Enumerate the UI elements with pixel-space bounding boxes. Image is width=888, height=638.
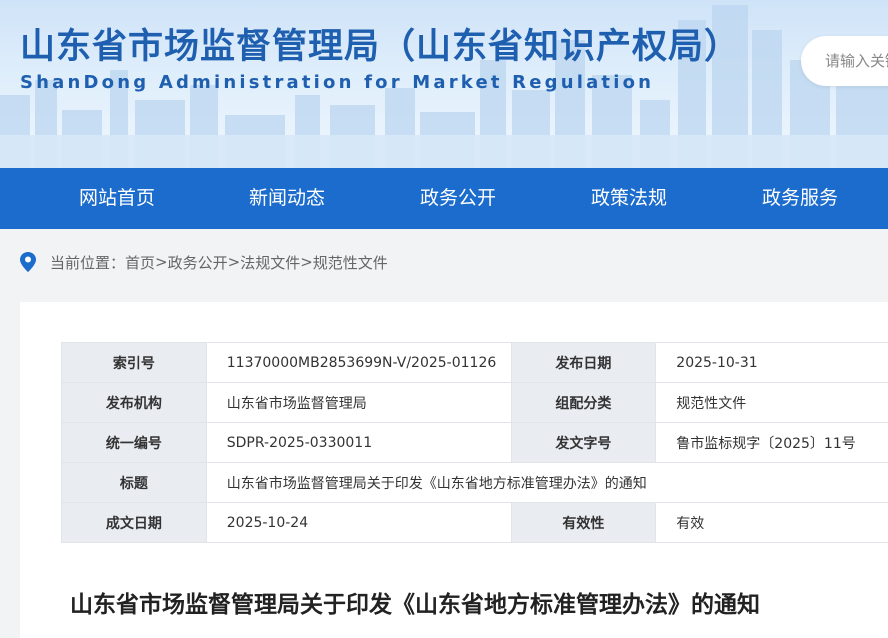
table-row: 统一编号 SDPR-2025-0330011 发文字号 鲁市监标规字〔2025〕… xyxy=(61,422,888,463)
breadcrumb-separator: > xyxy=(227,253,241,271)
nav-item-services[interactable]: 政务服务 xyxy=(730,168,870,229)
breadcrumb: 当前位置： 首页 > 政务公开 > 法规文件 > 规范性文件 xyxy=(20,250,388,274)
meta-value-publisher: 山东省市场监督管理局 xyxy=(205,382,512,423)
nav-item-policies[interactable]: 政策法规 xyxy=(559,168,699,229)
breadcrumb-normative-docs[interactable]: 规范性文件 xyxy=(313,252,388,273)
meta-key-index-no: 索引号 xyxy=(61,342,207,383)
breadcrumb-regulations[interactable]: 法规文件 xyxy=(240,252,300,273)
meta-key-publish-date: 发布日期 xyxy=(510,342,657,383)
breadcrumb-separator: > xyxy=(300,253,313,271)
meta-value-publish-date: 2025-10-31 xyxy=(655,342,888,383)
meta-key-publisher: 发布机构 xyxy=(61,382,207,423)
document-title: 山东省市场监督管理局关于印发《山东省地方标准管理办法》的通知 xyxy=(70,592,760,618)
table-row: 发布机构 山东省市场监督管理局 组配分类 规范性文件 xyxy=(61,382,888,423)
meta-value-category: 规范性文件 xyxy=(655,382,888,423)
breadcrumb-gov-affairs[interactable]: 政务公开 xyxy=(168,252,228,273)
site-header: 山东省市场监督管理局（山东省知识产权局） ShanDong Administra… xyxy=(0,0,888,168)
meta-key-written-date: 成文日期 xyxy=(61,502,207,543)
nav-item-news[interactable]: 新闻动态 xyxy=(217,168,357,229)
breadcrumb-separator: > xyxy=(155,253,168,271)
meta-value-written-date: 2025-10-24 xyxy=(205,502,512,543)
document-meta-table: 索引号 11370000MB2853699N-V/2025-01126 发布日期… xyxy=(61,342,888,543)
table-row: 索引号 11370000MB2853699N-V/2025-01126 发布日期… xyxy=(61,342,888,383)
search-box[interactable] xyxy=(801,36,888,86)
search-input[interactable] xyxy=(825,50,888,72)
meta-value-doc-no: 鲁市监标规字〔2025〕11号 xyxy=(655,422,888,463)
meta-value-index-no: 11370000MB2853699N-V/2025-01126 xyxy=(205,342,512,383)
main-nav: 网站首页 新闻动态 政务公开 政策法规 政务服务 xyxy=(0,168,888,229)
meta-key-unified-no: 统一编号 xyxy=(61,422,207,463)
breadcrumb-home[interactable]: 首页 xyxy=(125,252,155,273)
nav-item-gov-affairs[interactable]: 政务公开 xyxy=(388,168,528,229)
site-subtitle: ShanDong Administration for Market Regul… xyxy=(20,72,655,93)
meta-value-validity: 有效 xyxy=(655,502,888,543)
meta-key-doc-no: 发文字号 xyxy=(510,422,657,463)
nav-item-home[interactable]: 网站首页 xyxy=(47,168,187,229)
meta-value-unified-no: SDPR-2025-0330011 xyxy=(205,422,512,463)
breadcrumb-label: 当前位置： xyxy=(50,253,126,272)
table-row: 成文日期 2025-10-24 有效性 有效 xyxy=(61,502,888,543)
location-pin-icon xyxy=(20,252,36,272)
table-row: 标题 山东省市场监督管理局关于印发《山东省地方标准管理办法》的通知 xyxy=(61,462,888,503)
meta-key-title: 标题 xyxy=(61,462,207,503)
meta-key-validity: 有效性 xyxy=(510,502,657,543)
meta-key-category: 组配分类 xyxy=(510,382,657,423)
site-title: 山东省市场监督管理局（山东省知识产权局） xyxy=(20,27,741,67)
content-panel: 索引号 11370000MB2853699N-V/2025-01126 发布日期… xyxy=(20,302,888,638)
meta-value-title: 山东省市场监督管理局关于印发《山东省地方标准管理办法》的通知 xyxy=(205,462,888,503)
